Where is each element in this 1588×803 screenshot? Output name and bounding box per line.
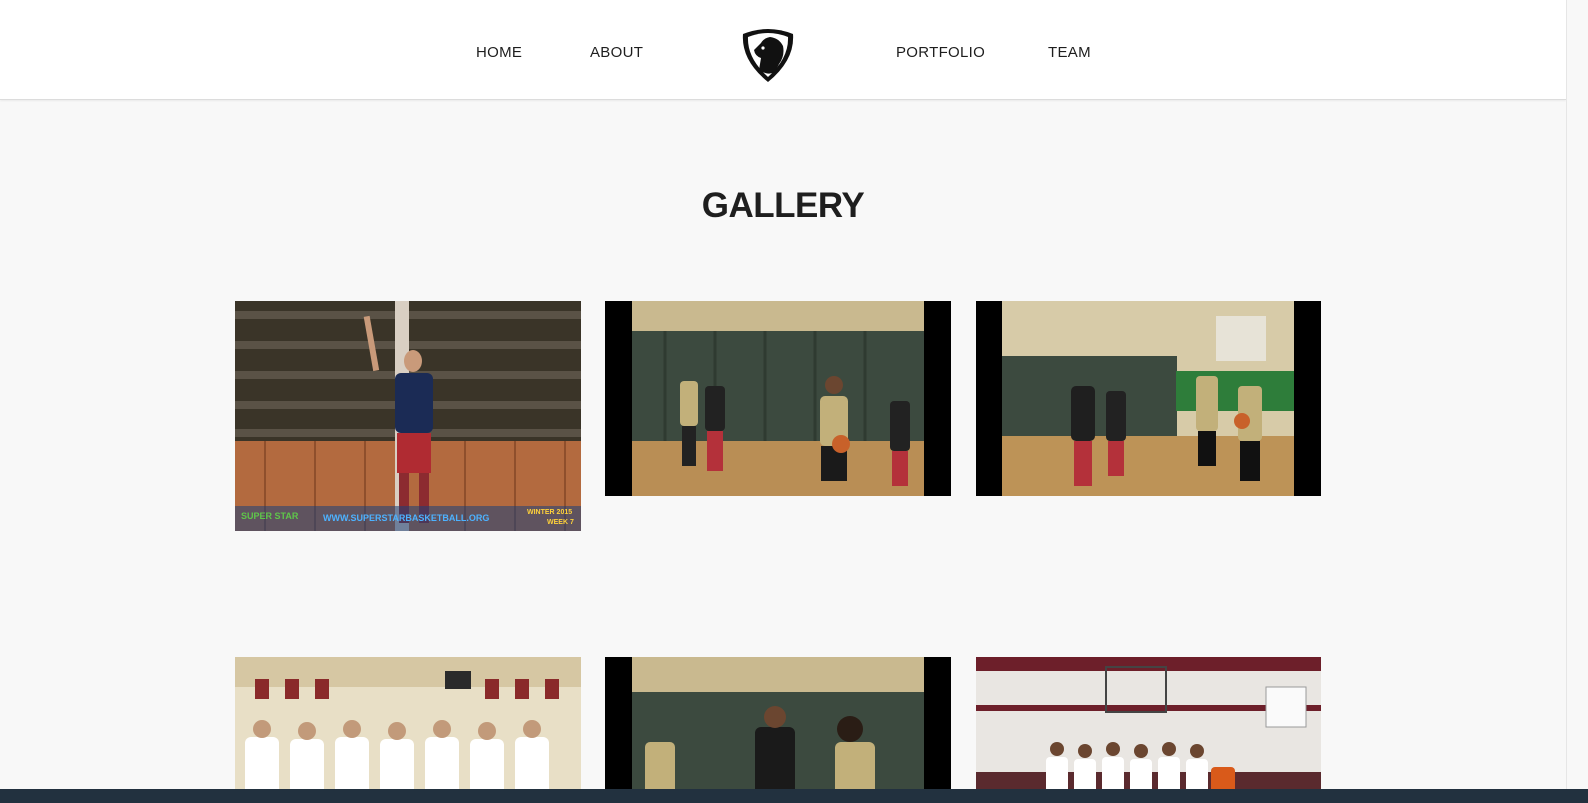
gallery-photo-3[interactable] <box>976 301 1321 496</box>
nav-link-team[interactable]: TEAM <box>1048 44 1091 62</box>
photo-overlay-url: WWW.SUPERSTARBASKETBALL.ORG <box>323 513 490 523</box>
gallery-photo-1[interactable]: SUPER STAR WWW.SUPERSTARBASKETBALL.ORG W… <box>235 301 581 531</box>
nav-link-home[interactable]: HOME <box>476 44 522 62</box>
gallery-photo-4[interactable] <box>235 657 581 797</box>
page-scrollbar[interactable] <box>1566 0 1588 795</box>
photo-overlay-season: WINTER 2015 <box>527 509 573 516</box>
photo-overlay-week: WEEK 7 <box>547 519 574 526</box>
nav-link-portfolio[interactable]: PORTFOLIO <box>896 44 985 62</box>
gallery-title: GALLERY <box>701 186 865 225</box>
bottom-edge-bar <box>0 789 1588 803</box>
photo-overlay-brand: SUPER STAR <box>241 511 299 521</box>
top-navbar: HOME ABOUT PORTFOLIO TEAM <box>0 0 1566 100</box>
nav-link-about[interactable]: ABOUT <box>590 44 643 62</box>
horse-head-shield-icon[interactable] <box>739 26 797 84</box>
gallery-photo-6[interactable] <box>976 657 1321 797</box>
gallery-photo-2[interactable] <box>605 301 951 496</box>
gallery-photo-5[interactable] <box>605 657 951 797</box>
